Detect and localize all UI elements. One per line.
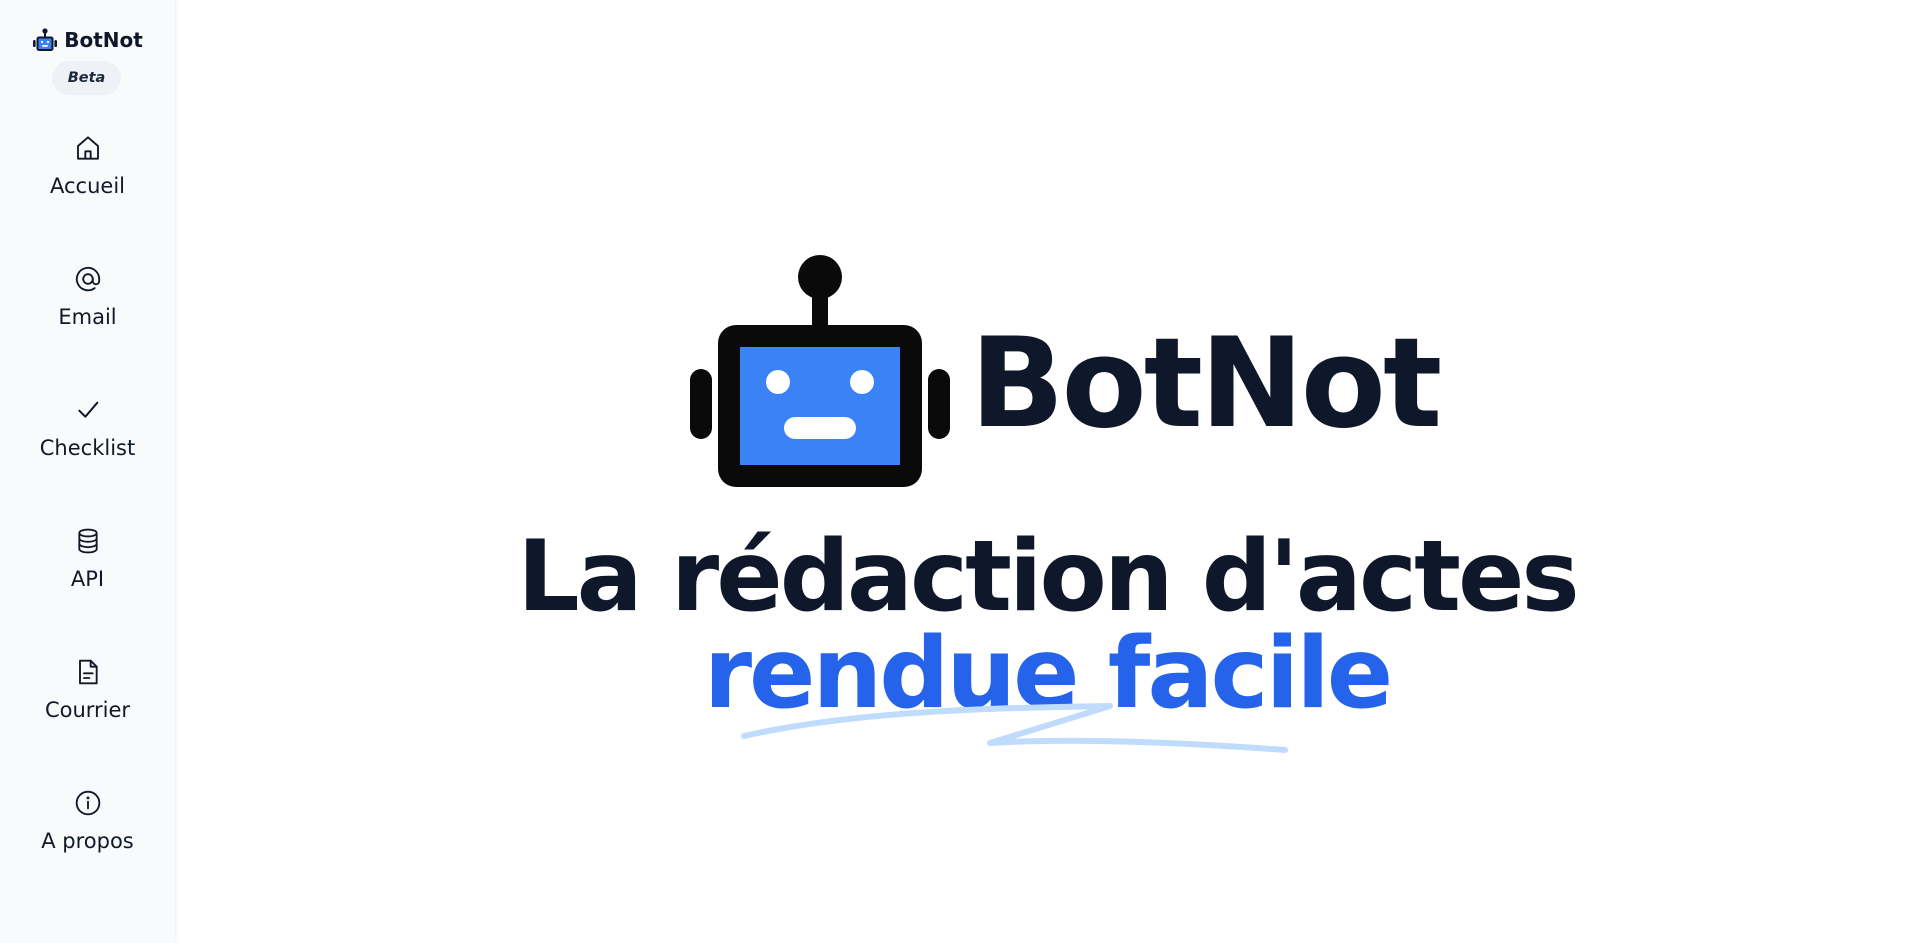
sidebar-item-label: Accueil [50,174,125,198]
sidebar-item-api[interactable]: API [0,521,175,621]
check-icon [77,401,98,418]
sidebar-item-email[interactable]: Email [0,259,175,359]
sidebar-item-checklist[interactable]: Checklist [0,390,175,490]
main-content: BotNot La rédaction d'actes rendue facil… [175,0,1919,943]
sidebar-item-accueil[interactable]: Accueil [0,128,175,228]
robot-logo-icon [33,28,58,51]
sidebar: BotNot Beta Accueil Email Checklist API … [0,0,175,943]
hero-brand-name: BotNot [970,312,1442,456]
beta-badge: Beta [52,61,121,95]
info-icon [75,790,100,816]
sidebar-brand[interactable]: BotNot [0,28,175,52]
home-icon [76,136,99,160]
sidebar-item-courrier[interactable]: Courrier [0,652,175,752]
robot-logo-icon [690,255,950,487]
sidebar-item-a-propos[interactable]: A propos [0,783,175,883]
sidebar-item-label: Email [58,305,117,329]
sidebar-item-label: Checklist [39,436,136,460]
document-icon [78,659,98,685]
brand-name: BotNot [64,28,143,52]
sidebar-item-label: API [70,567,105,591]
hero-title: La rédaction d'actes [517,520,1580,634]
sidebar-item-label: Courrier [44,698,131,722]
app: BotNot Beta Accueil Email Checklist API … [0,0,1919,943]
database-icon [77,528,98,554]
at-sign-icon [75,266,100,292]
sidebar-item-label: A propos [41,829,134,853]
hero-underline-scribble [741,703,1288,753]
